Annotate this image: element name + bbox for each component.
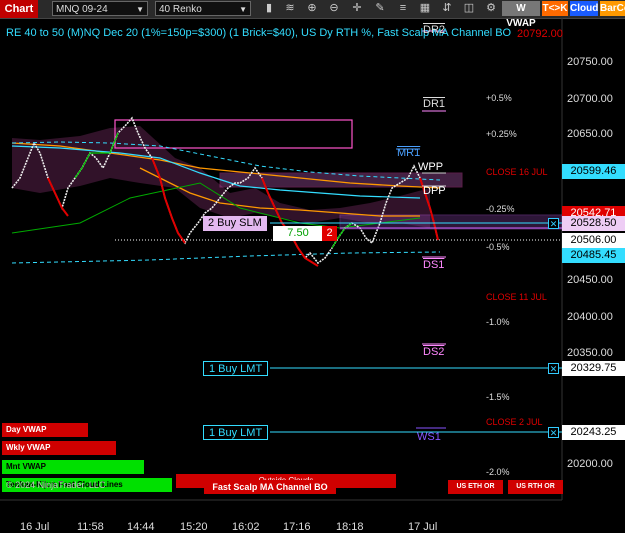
support-line-cyan — [11, 251, 441, 264]
order-price-box-2: 20329.75 — [562, 361, 625, 376]
chart-panel[interactable]: RE 40 to 50 (M)NQ Dec 20 (1%=150p=$300) … — [0, 18, 625, 533]
slm-qty-badge[interactable]: 2 — [322, 226, 337, 241]
tk-button[interactable]: T<>K — [542, 1, 568, 16]
us-eth-or-button[interactable]: US ETH OR — [448, 480, 503, 494]
time-tick: 11:58 — [77, 521, 104, 533]
time-tick: 17:16 — [283, 521, 311, 533]
buy-slm-order[interactable]: 2 Buy SLM — [203, 216, 267, 231]
barco-button[interactable]: BarCo — [600, 1, 625, 16]
instrument-selector[interactable]: MNQ 09-24 ▼ — [52, 1, 148, 16]
order-price-box-3: 20243.25 — [562, 425, 625, 440]
level-dpp: DPP — [423, 185, 446, 197]
price-tick: 20400.00 — [567, 311, 613, 323]
time-tick: 17 Jul — [408, 521, 438, 533]
price-tick: 20650.00 — [567, 128, 613, 140]
pct-label: -0.5% — [486, 242, 510, 252]
level-ds1: DS1 — [423, 259, 445, 271]
mnt-vwap-button[interactable]: Mnt VWAP — [2, 460, 144, 474]
copyright-text: © 2024 NinjaTrader, LLC — [6, 480, 106, 490]
fast-scalp-button[interactable]: Fast Scalp MA Channel BO — [204, 480, 336, 494]
level-mr1: MR1 — [397, 147, 421, 159]
price-tick: 20200.00 — [567, 458, 613, 470]
instrument-value: MNQ 09-24 — [56, 4, 108, 15]
time-tick: 14:44 — [127, 521, 155, 533]
pencil-icon[interactable]: ✎ — [373, 1, 387, 16]
level-dr1: DR1 — [423, 98, 446, 110]
level-ws1: WS1 — [417, 431, 441, 443]
pct-label: -1.0% — [486, 317, 510, 327]
properties-icon[interactable]: ≡ — [396, 1, 410, 16]
time-tick: 16 Jul — [20, 521, 50, 533]
time-tick: 16:02 — [232, 521, 260, 533]
cyan-price-box: 20485.45 — [562, 248, 625, 263]
data-box-icon[interactable]: ◫ — [462, 1, 476, 16]
price-tick: 20450.00 — [567, 274, 613, 286]
chart-toolbar: Chart MNQ 09-24 ▼ 40 Renko ▼ ▮ ≋ ⊕ ⊖ ✛ ✎ ≡… — [0, 0, 625, 29]
day-vwap-button[interactable]: Day VWAP — [2, 423, 88, 437]
chart-tab[interactable]: Chart — [0, 0, 38, 18]
strategies-icon[interactable]: ⚙ — [484, 1, 498, 16]
chevron-down-icon: ▼ — [239, 5, 247, 14]
time-tick: 15:20 — [180, 521, 208, 533]
level-wpp: WPP — [418, 161, 444, 173]
slm-price-field[interactable]: 7.50 — [273, 226, 323, 241]
close-label: CLOSE 11 JUL — [486, 292, 547, 302]
pct-label: -2.0% — [486, 467, 510, 477]
chart-trader-icon[interactable]: ⇵ — [440, 1, 454, 16]
level-ds2: DS2 — [423, 346, 445, 358]
close-label: CLOSE 16 JUL — [486, 167, 548, 177]
buy-lmt-order-1[interactable]: 1 Buy LMT — [203, 361, 269, 376]
bar-style-icon[interactable]: ▮ — [262, 1, 276, 16]
calendar-icon[interactable]: ▦ — [418, 1, 432, 16]
bar-type-selector[interactable]: 40 Renko ▼ — [155, 1, 251, 16]
order-price-box-1: 20528.50 — [562, 216, 625, 231]
pct-label: +0.25% — [486, 129, 517, 139]
top-red-price: 20792.00 — [517, 28, 563, 40]
range-box-slm — [339, 214, 563, 230]
zoom-in-icon[interactable]: ⊕ — [305, 1, 319, 16]
price-tick: 20350.00 — [567, 347, 613, 359]
wkly-vwap-button[interactable]: Wkly VWAP — [2, 441, 116, 455]
time-tick: 18:18 — [336, 521, 364, 533]
indicators-icon[interactable]: ≋ — [283, 1, 297, 16]
cancel-order-icon[interactable]: ✕ — [548, 427, 559, 438]
close-label: CLOSE 2 JUL — [486, 417, 543, 427]
buy-lmt-order-2[interactable]: 1 Buy LMT — [203, 425, 269, 440]
price-tick: 20750.00 — [567, 56, 613, 68]
pct-label: -0.25% — [486, 204, 515, 214]
crosshair-icon[interactable]: ✛ — [350, 1, 364, 16]
last-price-box: 20506.00 — [562, 233, 625, 248]
level-dr2: DR2 — [423, 24, 446, 36]
cancel-order-icon[interactable]: ✕ — [548, 218, 559, 229]
chevron-down-icon: ▼ — [136, 5, 144, 14]
cloud-button[interactable]: Cloud — [570, 1, 598, 16]
bar-type-value: 40 Renko — [159, 4, 202, 15]
current-price-box: 20599.46 — [562, 164, 625, 179]
pct-label: +0.5% — [486, 93, 512, 103]
price-tick: 20700.00 — [567, 93, 613, 105]
zoom-out-icon[interactable]: ⊖ — [327, 1, 341, 16]
pct-label: -1.5% — [486, 392, 510, 402]
us-rth-or-button[interactable]: US RTH OR — [508, 480, 563, 494]
w-vwap-button[interactable]: W VWAP — [502, 1, 540, 29]
cancel-order-icon[interactable]: ✕ — [548, 363, 559, 374]
